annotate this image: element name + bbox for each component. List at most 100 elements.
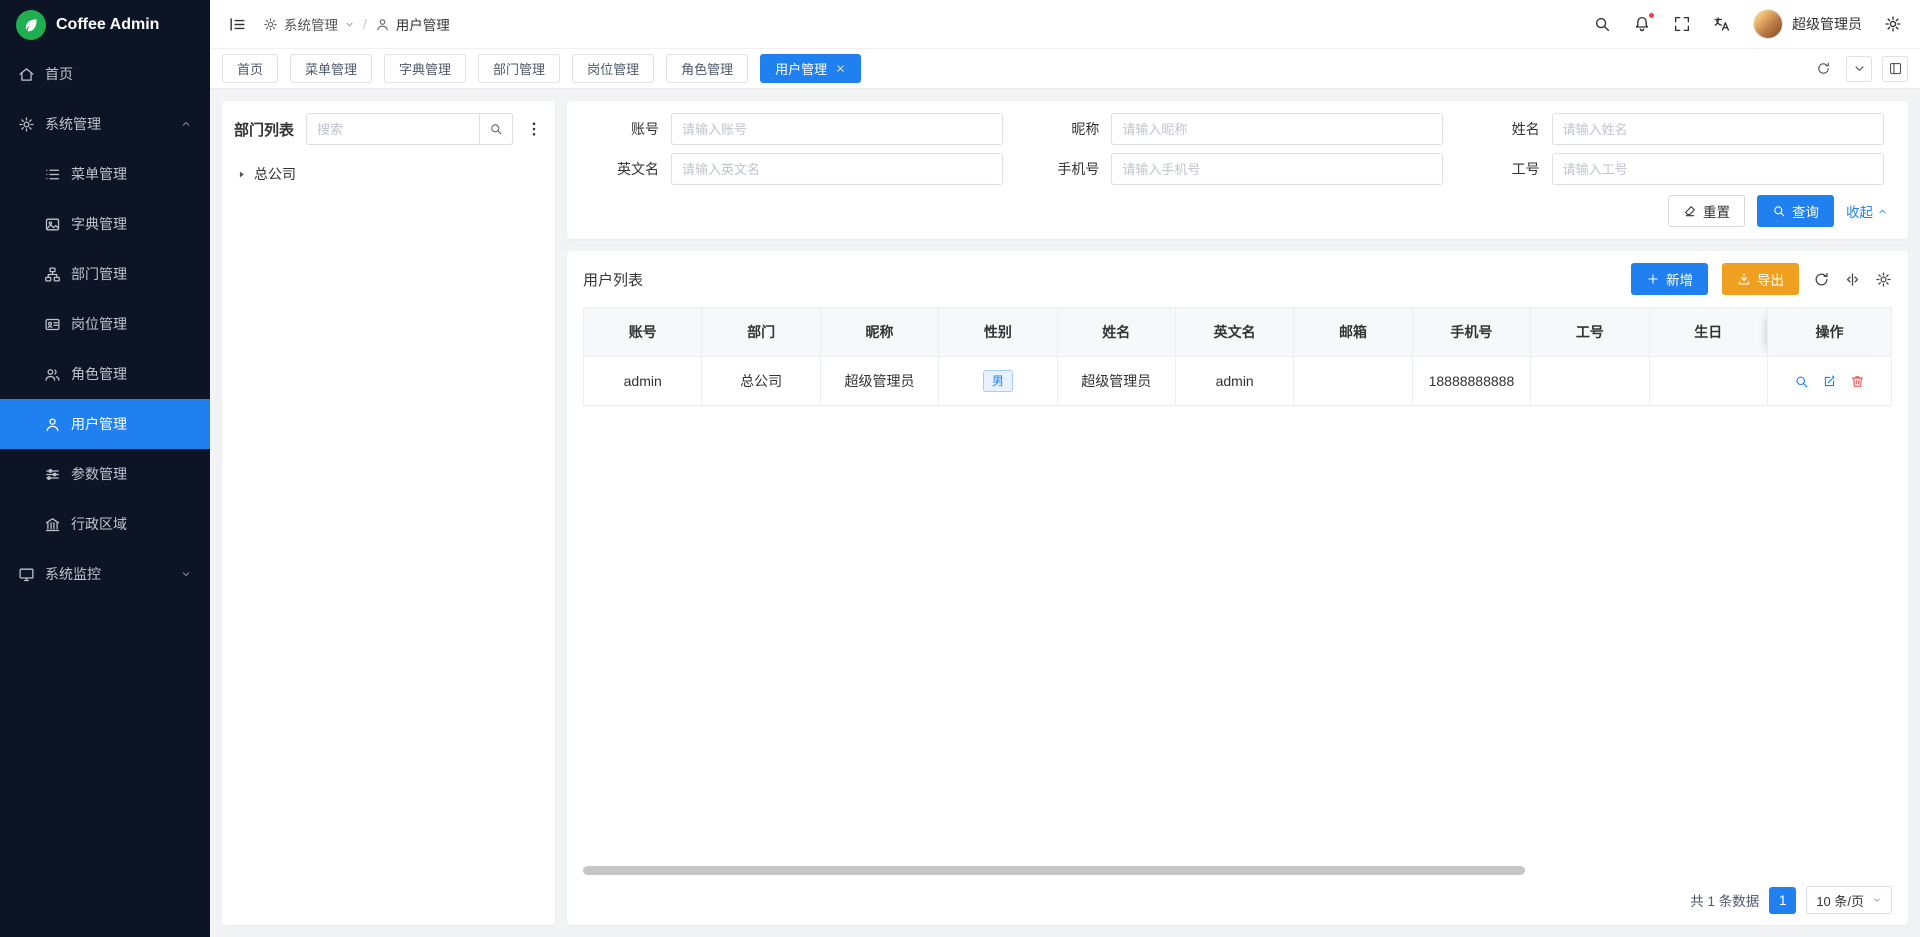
fullscreen-icon[interactable] [1673,15,1691,33]
menu-list-icon [44,166,61,183]
chevron-up-icon [1877,206,1888,217]
sidebar-item-post-management[interactable]: 岗位管理 [0,299,210,349]
account-input[interactable] [671,113,1003,145]
filter-field-account: 账号 [587,113,1007,145]
pagination-page-1[interactable]: 1 [1769,887,1796,914]
tab-dictionary-management[interactable]: 字典管理 [384,54,466,83]
nickname-input[interactable] [1111,113,1443,145]
system-management-submenu: 菜单管理 字典管理 部门管理 岗位管理 角色管理 用户管理 [0,149,210,549]
tree-node-label: 总公司 [254,164,296,184]
department-panel-header: 部门列表 [234,113,543,145]
user-name: 超级管理员 [1792,14,1862,34]
sidebar-item-administrative-region[interactable]: 行政区域 [0,499,210,549]
refresh-tab-button[interactable] [1810,56,1836,82]
tab-label: 用户管理 [775,59,827,78]
export-button[interactable]: 导出 [1722,263,1799,295]
sidebar-menu: 首页 系统管理 菜单管理 字典管理 部门管理 岗位管理 [0,49,210,937]
user-menu[interactable]: 超级管理员 [1753,9,1862,39]
sidebar-item-parameter-management[interactable]: 参数管理 [0,449,210,499]
breadcrumb-user-management[interactable]: 用户管理 [375,14,450,34]
roles-icon [44,366,61,383]
user-icon [375,17,390,32]
sidebar-item-user-management[interactable]: 用户管理 [0,399,210,449]
filter-actions: 重置 查询 收起 [587,195,1888,227]
filter-field-job-number: 工号 [1468,153,1888,185]
sidebar-item-dictionary-management[interactable]: 字典管理 [0,199,210,249]
field-label: 英文名 [587,159,659,179]
cell-job-number [1531,357,1649,406]
column-width-icon[interactable] [1844,271,1861,288]
field-label: 姓名 [1468,119,1540,139]
sidebar-item-label: 行政区域 [71,514,127,534]
edit-icon[interactable] [1822,374,1837,389]
table-empty-space [583,406,1892,866]
settings-gear-icon[interactable] [1884,15,1902,33]
tab-label: 角色管理 [681,59,733,78]
department-search-input[interactable] [306,113,479,145]
column-header: 英文名 [1175,308,1293,357]
tabs: 首页 菜单管理 字典管理 部门管理 岗位管理 角色管理 用户管理 [222,54,1798,83]
search-button[interactable]: 查询 [1757,195,1834,227]
tab-close-icon[interactable] [835,63,846,74]
table-settings-gear-icon[interactable] [1875,271,1892,288]
sidebar-item-department-management[interactable]: 部门管理 [0,249,210,299]
view-icon[interactable] [1794,374,1809,389]
delete-icon[interactable] [1850,374,1865,389]
tab-role-management[interactable]: 角色管理 [666,54,748,83]
english-name-input[interactable] [671,153,1003,185]
page-size-select[interactable]: 10 条/页 [1806,886,1892,914]
column-header: 昵称 [820,308,938,357]
filter-field-phone: 手机号 [1027,153,1447,185]
bell-icon[interactable] [1633,15,1651,33]
monitor-icon [18,566,35,583]
layout-toggle-button[interactable] [1882,56,1908,82]
reset-button[interactable]: 重置 [1668,195,1745,227]
refresh-icon[interactable] [1813,271,1830,288]
tab-user-management[interactable]: 用户管理 [760,54,861,83]
column-header: 手机号 [1412,308,1530,357]
name-input[interactable] [1552,113,1884,145]
cell-english-name: admin [1175,357,1293,406]
breadcrumb-system-management[interactable]: 系统管理 [263,14,355,34]
sidebar-item-label: 系统管理 [45,114,101,134]
app-logo[interactable]: Coffee Admin [0,0,210,49]
horizontal-scrollbar [583,866,1892,875]
search-icon[interactable] [1593,15,1611,33]
breadcrumb-label: 系统管理 [284,14,338,34]
sidebar-item-home[interactable]: 首页 [0,49,210,99]
tree-node-head-office[interactable]: 总公司 [234,159,543,189]
tab-post-management[interactable]: 岗位管理 [572,54,654,83]
department-panel: 部门列表 总公司 [222,101,555,925]
phone-input[interactable] [1111,153,1443,185]
job-number-input[interactable] [1552,153,1884,185]
top-bar-actions: 超级管理员 [1593,9,1902,39]
add-user-button[interactable]: 新增 [1631,263,1708,295]
kebab-menu-icon[interactable] [525,120,543,138]
download-icon [1737,272,1751,286]
tab-label: 字典管理 [399,59,451,78]
tab-actions-dropdown[interactable] [1846,56,1872,82]
sidebar-item-system-management[interactable]: 系统管理 [0,99,210,149]
plus-icon [1646,272,1660,286]
search-icon [1772,204,1786,218]
tab-menu-management[interactable]: 菜单管理 [290,54,372,83]
sidebar-collapse-icon[interactable] [228,15,247,34]
breadcrumb: 系统管理 / 用户管理 [263,14,450,34]
filter-card: 账号 昵称 姓名 英文名 [567,101,1908,239]
collapse-filter-link[interactable]: 收起 [1846,201,1888,221]
tab-label: 岗位管理 [587,59,639,78]
tab-tools [1810,56,1908,82]
tab-department-management[interactable]: 部门管理 [478,54,560,83]
sidebar-item-role-management[interactable]: 角色管理 [0,349,210,399]
column-header-actions: 操作 [1768,308,1892,357]
caret-right-icon[interactable] [236,169,247,180]
row-actions [1768,374,1891,389]
cell-department: 总公司 [702,357,820,406]
translate-icon[interactable] [1713,15,1731,33]
horizontal-scrollbar-thumb[interactable] [583,866,1525,875]
department-tree: 总公司 [234,159,543,189]
department-search-button[interactable] [479,113,513,145]
sidebar-item-menu-management[interactable]: 菜单管理 [0,149,210,199]
tab-home[interactable]: 首页 [222,54,278,83]
sidebar-item-system-monitor[interactable]: 系统监控 [0,549,210,599]
